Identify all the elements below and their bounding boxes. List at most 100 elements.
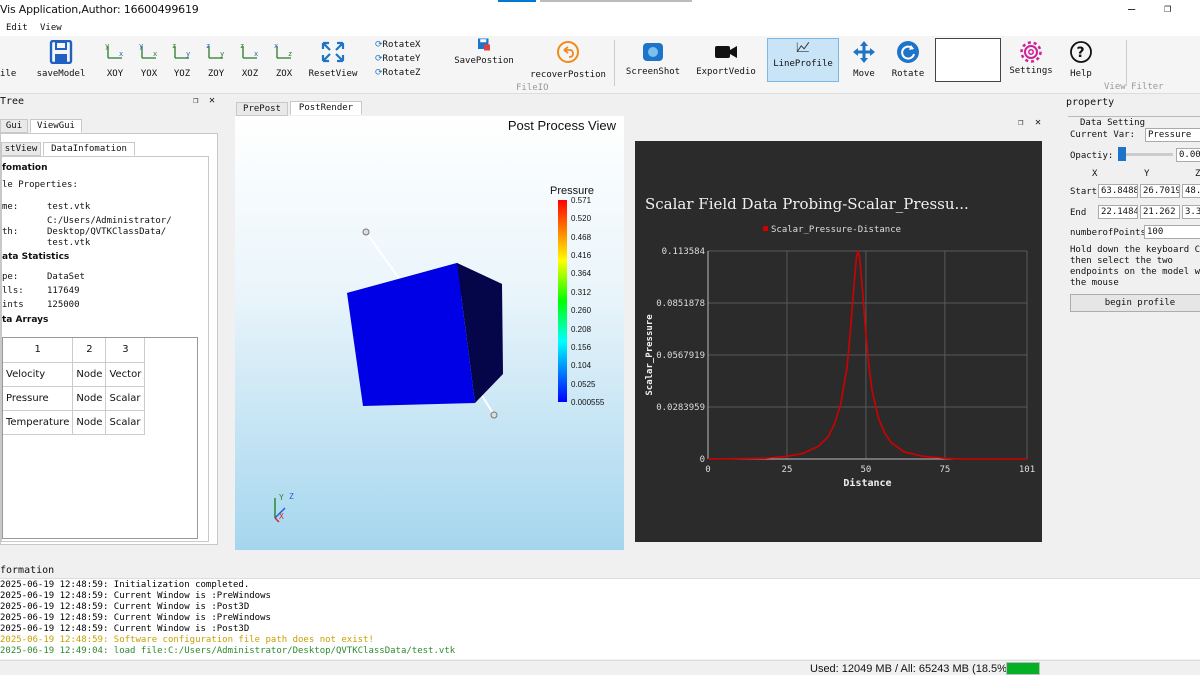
end-y-input[interactable]: 21.262 <box>1140 205 1180 219</box>
move-arrows-icon <box>853 41 875 63</box>
tab-postrender[interactable]: PostRender <box>290 101 362 115</box>
export-video-button[interactable]: ExportVedio <box>694 36 758 86</box>
table-cell: Vector <box>105 361 146 387</box>
post-process-view[interactable]: Post Process View Pressure 0.571 0.520 0.4… <box>235 116 624 550</box>
svg-text:y: y <box>105 42 109 50</box>
end-x-input[interactable]: 22.1484 <box>1098 205 1138 219</box>
chart-title: Scalar Field Data Probing-Scalar_Pressu.… <box>645 195 969 213</box>
toolbar: ile saveModel yx XOY yx YOX zy YOZ zy ZO… <box>0 36 1200 94</box>
path-line-1: C:/Users/Administrator/ <box>47 216 172 226</box>
chart-close-icon[interactable]: ✕ <box>1035 117 1041 128</box>
xoz-button[interactable]: zx XOZ <box>235 36 265 86</box>
yox-label: YOX <box>140 69 158 79</box>
memory-status: Used: 12049 MB / All: 65243 MB (18.5%) <box>810 663 1011 675</box>
table-row[interactable]: Velocity Node Vector <box>3 361 146 387</box>
axes-zox-icon: xz <box>274 42 292 59</box>
reset-view-button[interactable]: ResetView <box>306 36 360 86</box>
tab-data-information[interactable]: DataInfomation <box>43 142 135 156</box>
current-var-label: Current Var: <box>1070 130 1136 140</box>
table-cell: Velocity <box>3 361 74 387</box>
xoy-button[interactable]: yx XOY <box>100 36 130 86</box>
rotate-z-button[interactable]: ⟳RotateZ <box>375 68 420 78</box>
start-label: Start <box>1070 187 1098 197</box>
opacity-slider-handle[interactable] <box>1118 147 1126 161</box>
cells-value: 117649 <box>47 286 80 296</box>
close-icon[interactable]: ✕ <box>209 95 215 106</box>
rotate-z-label: RotateZ <box>382 68 421 78</box>
x-axis-label: Distance <box>843 477 891 489</box>
help-button[interactable]: ? Help <box>1062 36 1100 86</box>
rotate-button[interactable]: Rotate <box>888 36 928 86</box>
chart-panel: ❐ ✕ Scalar Field Data Probing-Scalar_Pre… <box>628 116 1050 548</box>
yox-button[interactable]: yx YOX <box>134 36 164 86</box>
current-var-select[interactable]: Pressure <box>1145 128 1200 142</box>
export-video-label: ExportVedio <box>696 67 756 77</box>
end-z-input[interactable]: 3.3 <box>1182 205 1200 219</box>
maximize-icon[interactable]: ❐ <box>1164 1 1171 15</box>
save-model-button[interactable]: saveModel <box>36 36 86 86</box>
axes-xoz-icon: zx <box>240 42 258 59</box>
fileio-group-label: FileIO <box>516 83 549 93</box>
yoz-button[interactable]: zy YOZ <box>167 36 197 86</box>
minimize-icon[interactable]: — <box>1128 2 1135 16</box>
table-row[interactable]: Temperature Node Scalar <box>3 409 146 435</box>
table-cell: Temperature <box>3 409 74 435</box>
save-position-button[interactable]: SavePostion <box>450 36 518 86</box>
svg-text:x: x <box>254 50 258 58</box>
chart-float-icon[interactable]: ❐ <box>1018 118 1023 128</box>
settings-button[interactable]: Settings <box>1008 36 1054 86</box>
save-position-icon <box>478 38 490 51</box>
svg-text:z: z <box>206 42 210 50</box>
screenshot-icon <box>643 43 663 61</box>
axes-yoz-icon: zy <box>172 42 190 59</box>
property-panel: property Data Setting Current Var: Press… <box>1064 94 1200 554</box>
tab-post-view[interactable]: stView <box>1 142 41 156</box>
menu-view[interactable]: View <box>40 23 62 33</box>
recover-position-button[interactable]: recoverPostion <box>528 36 608 86</box>
line-chart[interactable]: Scalar Field Data Probing-Scalar_Pressu.… <box>635 141 1042 542</box>
float-icon[interactable]: ❐ <box>193 96 198 106</box>
rotate-icon <box>897 41 919 63</box>
move-button[interactable]: Move <box>846 36 882 86</box>
color-preview-box[interactable] <box>935 38 1001 82</box>
rotate-z-icon: ⟳ <box>375 68 383 78</box>
table-row[interactable]: Pressure Node Scalar <box>3 385 146 411</box>
log-line: 2025-06-19 12:48:59: Current Window is :… <box>0 624 250 634</box>
svg-text:z: z <box>288 50 292 58</box>
help-icon: ? <box>1070 41 1092 63</box>
start-x-input[interactable]: 63.8488 <box>1098 184 1138 198</box>
line-profile-button[interactable]: LineProfile <box>767 38 839 82</box>
zoy-button[interactable]: zy ZOY <box>201 36 231 86</box>
tab-viewgui[interactable]: ViewGui <box>30 119 82 133</box>
start-z-input[interactable]: 48. <box>1182 184 1200 198</box>
rotate-x-button[interactable]: ⟳RotateX <box>375 40 420 50</box>
legend-value: 0.260 <box>571 306 592 316</box>
zox-button[interactable]: xz ZOX <box>269 36 299 86</box>
arrays-table: 1 2 3 Velocity Node Vector Pressure Node Sca… <box>3 338 146 435</box>
opacity-input[interactable]: 0.00 <box>1176 148 1200 162</box>
points-input[interactable]: 100 <box>1144 225 1200 239</box>
log-line: 2025-06-19 12:48:59: Software configurat… <box>0 635 374 645</box>
tab-gui[interactable]: Gui <box>0 119 28 133</box>
file-properties-label: le Properties: <box>2 180 78 190</box>
svg-text:x: x <box>274 42 278 50</box>
start-y-input[interactable]: 26.7019 <box>1140 184 1180 198</box>
points-value: 125000 <box>47 300 80 310</box>
screenshot-button[interactable]: ScreenShot <box>624 36 682 86</box>
rotate-y-button[interactable]: ⟳RotateY <box>375 54 420 64</box>
svg-text:y: y <box>220 50 224 58</box>
tab-prepost[interactable]: PrePost <box>236 102 288 116</box>
log-line: 2025-06-19 12:48:59: Current Window is :… <box>0 591 271 601</box>
name-key: me: <box>2 202 19 212</box>
log-text-area[interactable]: 2025-06-19 12:48:59: Initialization comp… <box>0 578 1200 659</box>
toolbar-separator <box>614 40 615 86</box>
y-tick-label: 0.0851878 <box>656 299 705 309</box>
menu-edit[interactable]: Edit <box>6 23 28 33</box>
cells-key: lls: <box>2 286 24 296</box>
file-label: ile <box>0 69 17 79</box>
yoz-label: YOZ <box>173 69 191 79</box>
opacity-slider-track[interactable] <box>1121 153 1173 156</box>
axis-y-label: Y <box>279 493 284 502</box>
file-button[interactable]: ile <box>0 36 17 86</box>
begin-profile-button[interactable]: begin profile <box>1070 294 1200 312</box>
